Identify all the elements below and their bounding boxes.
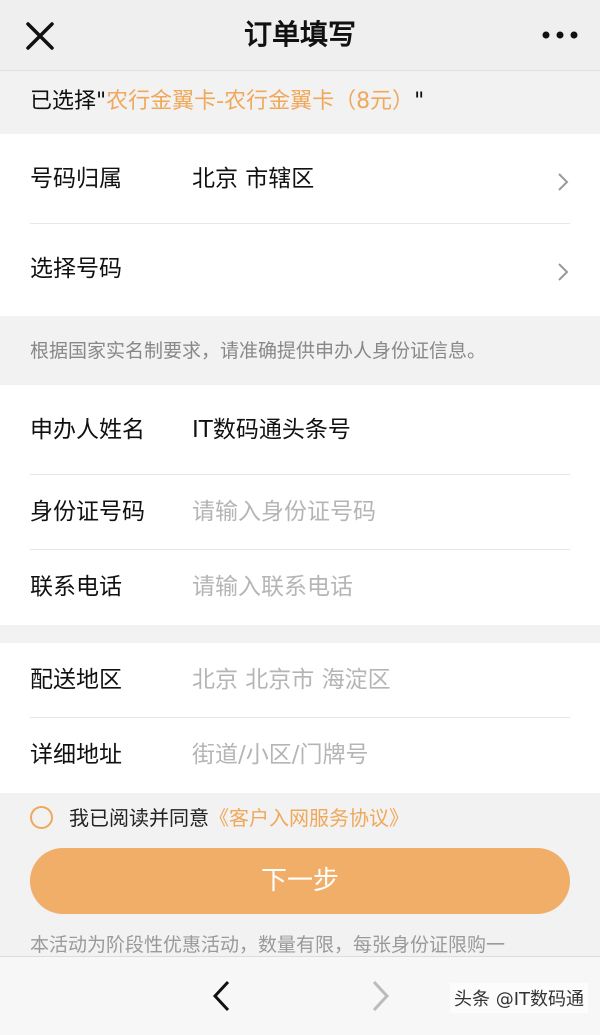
agreement-checkbox[interactable] [30, 806, 53, 829]
number-location-row[interactable]: 号码归属 北京 市辖区 [30, 134, 570, 224]
selected-product-bar: 已选择"农行金翼卡-农行金翼卡（8元）" [0, 70, 600, 134]
close-icon[interactable] [22, 18, 58, 54]
phone-label: 联系电话 [30, 574, 122, 600]
chevron-right-icon [558, 173, 569, 191]
page-title: 订单填写 [243, 18, 356, 51]
applicant-name-label: 申办人姓名 [30, 417, 145, 443]
selected-suffix: " [414, 89, 425, 114]
phone-row: 联系电话 请输入联系电话 [30, 550, 570, 625]
delivery-region-label: 配送地区 [30, 667, 122, 693]
select-number-row[interactable]: 选择号码 [30, 224, 570, 316]
number-location-label: 号码归属 [30, 166, 122, 192]
agreement-row: 我已阅读并同意《客户入网服务协议》 [30, 800, 409, 836]
detail-address-field[interactable]: 街道/小区/门牌号 [192, 718, 369, 793]
more-dots-icon[interactable] [540, 22, 580, 48]
identity-section: 申办人姓名 IT数码通头条号 身份证号码 请输入身份证号码 联系电话 请输入联系… [0, 385, 600, 625]
applicant-name-row: 申办人姓名 IT数码通头条号 [30, 385, 570, 475]
applicant-name-field[interactable]: IT数码通头条号 [192, 385, 351, 475]
detail-address-row: 详细地址 街道/小区/门牌号 [30, 718, 570, 793]
id-number-label: 身份证号码 [30, 499, 145, 525]
select-number-label: 选择号码 [30, 256, 122, 282]
selected-product-name: 农行金翼卡-农行金翼卡（8元） [106, 89, 415, 114]
id-number-row: 身份证号码 请输入身份证号码 [30, 475, 570, 550]
address-section: 配送地区 北京 北京市 海淀区 详细地址 街道/小区/门牌号 [0, 643, 600, 793]
activity-footnote: 本活动为阶段性优惠活动，数量有限，每张身份证限购一 [30, 934, 506, 956]
forward-arrow-icon [372, 980, 390, 1012]
back-arrow-icon[interactable] [208, 979, 236, 1013]
watermark: 头条 @IT数码通 [449, 983, 588, 1013]
phone-field[interactable]: 请输入联系电话 [192, 550, 353, 625]
id-number-field[interactable]: 请输入身份证号码 [192, 475, 376, 550]
delivery-region-value: 北京 北京市 海淀区 [192, 667, 391, 693]
agreement-link[interactable]: 《客户入网服务协议》 [209, 806, 409, 830]
detail-address-label: 详细地址 [30, 742, 122, 768]
number-location-value: 北京 市辖区 [192, 166, 315, 192]
bottom-nav-bar: 头条 @IT数码通 [0, 956, 600, 1035]
next-step-button[interactable]: 下一步 [30, 848, 570, 914]
chevron-right-icon [558, 263, 569, 281]
real-name-notice: 根据国家实名制要求，请准确提供申办人身份证信息。 [30, 340, 487, 362]
top-nav-bar: 订单填写 [0, 0, 600, 70]
selected-prefix: 已选择" [30, 89, 107, 114]
delivery-region-row[interactable]: 配送地区 北京 北京市 海淀区 [30, 643, 570, 718]
agreement-text: 我已阅读并同意 [69, 806, 209, 830]
number-section: 号码归属 北京 市辖区 选择号码 [0, 134, 600, 316]
